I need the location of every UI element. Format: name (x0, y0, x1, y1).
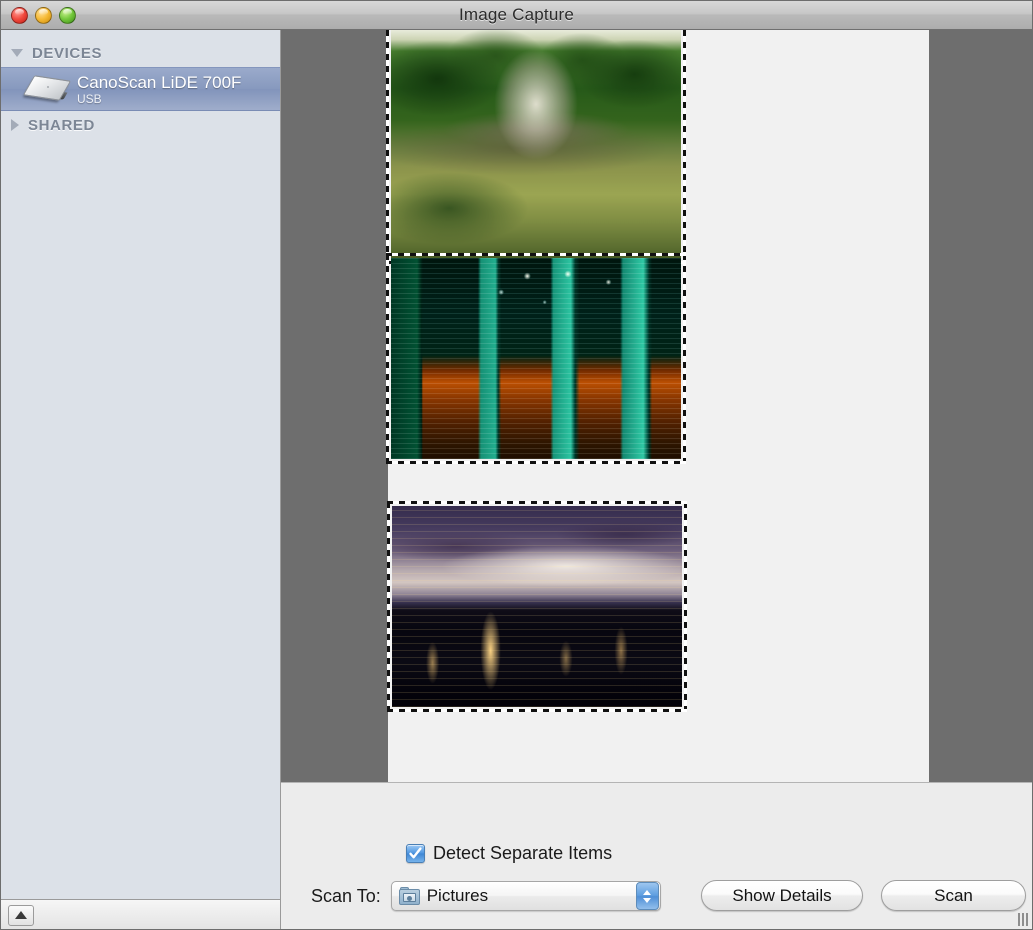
detected-item-3[interactable] (387, 501, 687, 712)
chevron-updown-icon[interactable] (635, 882, 659, 910)
sidebar-group-devices[interactable]: DEVICES (1, 39, 280, 67)
detect-separate-items-label: Detect Separate Items (433, 843, 613, 863)
scan-to-row: Scan To: Pictures (311, 881, 661, 911)
image-capture-window: Image Capture DEVICES CanoScan LiDE 700F (0, 0, 1033, 930)
scan-to-label: Scan To: (311, 885, 381, 906)
close-button-icon[interactable] (11, 6, 28, 24)
triangle-right-icon[interactable] (11, 119, 19, 131)
detect-separate-items-row[interactable]: Detect Separate Items (406, 843, 612, 864)
checkmark-icon (409, 847, 422, 859)
scan-to-popup-button[interactable]: Pictures (390, 881, 661, 911)
detected-item-3-image (392, 506, 682, 707)
sidebar-group-shared-label: SHARED (28, 116, 95, 134)
main-content: Detect Separate Items Scan To: Pictures (281, 30, 1032, 929)
sidebar-group-devices-label: DEVICES (32, 44, 103, 62)
scan-bed-page[interactable] (386, 30, 929, 782)
triangle-down-icon[interactable] (11, 49, 23, 57)
device-name: CanoScan LiDE 700F (77, 72, 242, 92)
zoom-button-icon[interactable] (59, 6, 76, 24)
scan-preview-area[interactable] (281, 30, 1032, 782)
window-controls (11, 6, 76, 24)
scan-to-value: Pictures (426, 886, 489, 905)
sidebar-group-shared[interactable]: SHARED (1, 111, 280, 139)
control-panel: Detect Separate Items Scan To: Pictures (281, 782, 1032, 929)
detected-item-1[interactable] (386, 30, 686, 264)
scanner-icon (22, 74, 72, 104)
device-connection: USB (77, 91, 102, 106)
window-body: DEVICES CanoScan LiDE 700F USB SHARED De… (1, 30, 1032, 929)
pictures-folder-icon (398, 887, 420, 905)
eject-icon[interactable] (8, 904, 34, 926)
resize-grip[interactable] (1018, 913, 1028, 926)
device-text: CanoScan LiDE 700F USB (77, 73, 241, 106)
detected-item-2[interactable] (386, 253, 686, 464)
detected-item-2-image (391, 258, 681, 459)
sidebar-item-canoscan-lide-700f[interactable]: CanoScan LiDE 700F USB (1, 67, 280, 111)
scan-button[interactable]: Scan (881, 880, 1026, 911)
window-title: Image Capture (458, 5, 575, 24)
sidebar-source-list: DEVICES CanoScan LiDE 700F USB SHARED (1, 30, 280, 899)
title-bar[interactable]: Image Capture (1, 1, 1032, 30)
sidebar-status-bar (1, 899, 280, 929)
detected-item-1-image (391, 30, 681, 259)
sidebar: DEVICES CanoScan LiDE 700F USB SHARED (1, 30, 281, 929)
minimize-button-icon[interactable] (35, 6, 52, 24)
show-details-button[interactable]: Show Details (701, 880, 863, 911)
detect-separate-items-checkbox[interactable] (406, 844, 425, 863)
